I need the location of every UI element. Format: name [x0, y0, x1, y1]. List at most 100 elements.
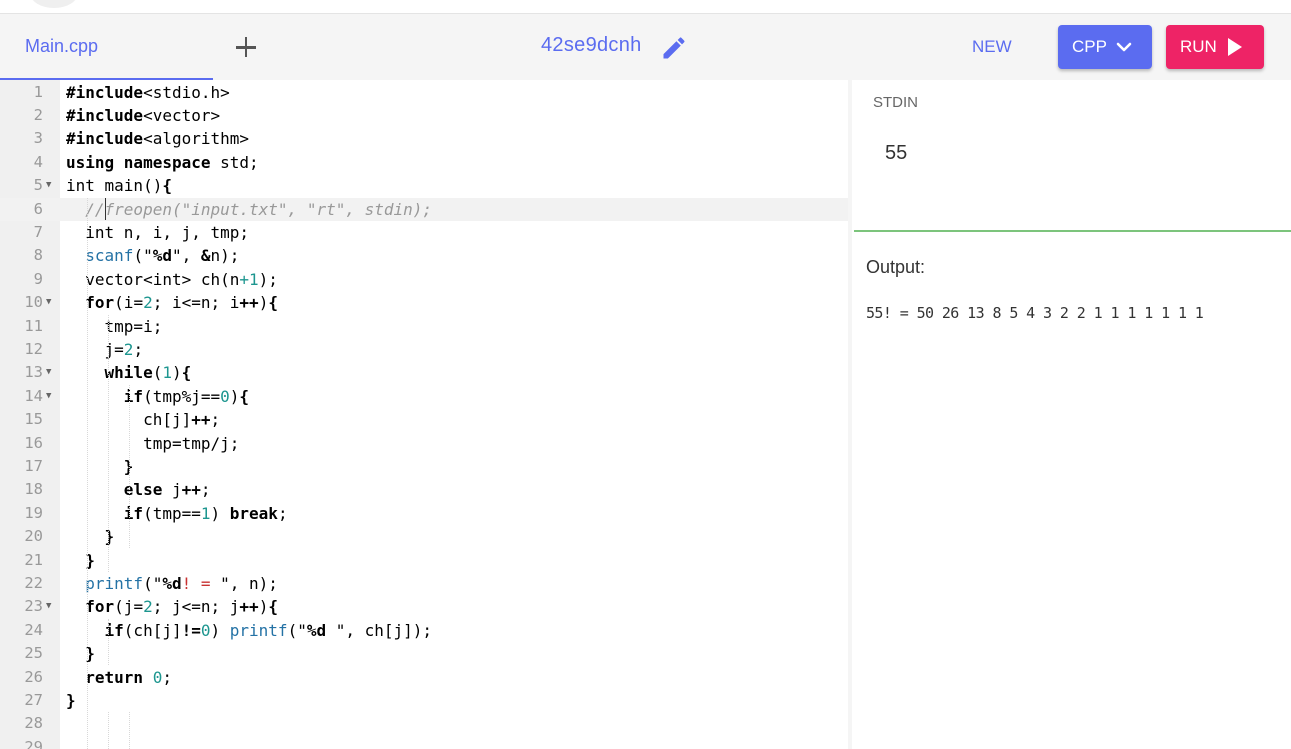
project-title: 42se9dcnh [541, 34, 642, 56]
code-token: j [162, 480, 182, 500]
code-token: ; [210, 410, 221, 430]
code-line[interactable]: 18 else j++; [0, 478, 848, 501]
code-line[interactable]: 21 } [0, 549, 848, 572]
code-token: <algorithm> [143, 129, 250, 149]
code-line[interactable]: 17 } [0, 455, 848, 478]
code-token: int n, i, j, tmp; [66, 222, 250, 242]
run-button[interactable]: RUN [1166, 25, 1264, 69]
code-line[interactable]: 4 using namespace std; [0, 151, 848, 174]
code-text: } [66, 455, 134, 478]
code-token: (" [133, 246, 153, 266]
code-line[interactable]: 7 int n, i, j, tmp; [0, 221, 848, 244]
code-line[interactable]: 14 ▼ if(tmp%j==0){ [0, 385, 848, 408]
fold-arrow-icon[interactable]: ▼ [46, 361, 56, 384]
io-panel: STDIN 55 Output: 55! = 50 26 13 8 5 4 3 … [852, 80, 1291, 749]
code-line[interactable]: 28 [0, 712, 848, 735]
line-number: 11 [24, 316, 43, 335]
code-line[interactable]: 1 #include<stdio.h> [0, 81, 848, 104]
line-number: 25 [24, 644, 43, 663]
line-number: 26 [24, 667, 43, 686]
code-token: ++ [239, 597, 259, 617]
code-line[interactable]: 25 } [0, 642, 848, 665]
code-text: #include<vector> [66, 104, 220, 127]
code-token: vector<int> ch(n [66, 269, 240, 289]
plus-icon[interactable] [232, 34, 260, 62]
code-line[interactable]: 24 if(ch[j]!=0) printf("%d ", ch[j]); [0, 619, 848, 642]
code-token: ++ [239, 293, 259, 313]
code-line[interactable]: 20 } [0, 525, 848, 548]
code-text: if(tmp%j==0){ [66, 385, 249, 408]
code-line[interactable]: 6 //freopen("input.txt", "rt", stdin); [0, 197, 848, 221]
line-number: 27 [24, 690, 43, 709]
code-line[interactable]: 22 printf("%d! = ", n); [0, 572, 848, 595]
code-line[interactable]: 12 j=2; [0, 338, 848, 361]
code-token: ++ [181, 480, 201, 500]
code-line[interactable]: 5 ▼ int main(){ [0, 174, 848, 197]
code-token: (" [143, 573, 163, 593]
line-number: 3 [33, 129, 43, 148]
code-token: 1 [162, 363, 172, 383]
code-text: for(j=2; j<=n; j++){ [66, 595, 278, 618]
code-line[interactable]: 9 vector<int> ch(n+1); [0, 268, 848, 291]
code-line[interactable]: 15 ch[j]++; [0, 408, 848, 431]
code-token: //freopen("input.txt", "rt", stdin); [85, 199, 433, 219]
indent-guide [129, 712, 130, 749]
chevron-down-icon [1115, 38, 1133, 56]
line-number: 5 [33, 176, 43, 195]
line-number: 8 [33, 246, 43, 265]
fold-arrow-icon[interactable]: ▼ [46, 291, 56, 314]
code-token: n); [210, 246, 240, 266]
code-token: for [85, 293, 115, 313]
code-token: for [85, 597, 115, 617]
code-editor[interactable]: 1 #include<stdio.h> 2 #include<vector> 3 #inc… [0, 80, 848, 749]
indent-guide [87, 197, 88, 749]
code-line[interactable]: 8 scanf("%d", &n); [0, 244, 848, 267]
code-token: ) [210, 503, 230, 523]
fold-arrow-icon[interactable]: ▼ [46, 385, 56, 408]
code-token: <stdio.h> [143, 82, 230, 102]
tab-main-cpp[interactable]: Main.cpp [0, 14, 213, 80]
line-number: 20 [24, 527, 43, 546]
code-line[interactable]: 2 #include<vector> [0, 104, 848, 127]
code-line[interactable]: 29 [0, 736, 848, 749]
code-text: int n, i, j, tmp; [66, 221, 249, 244]
code-token: %d [152, 246, 172, 266]
indent-guide [108, 712, 109, 749]
code-line[interactable]: 27} [0, 689, 848, 712]
pencil-icon[interactable] [660, 34, 688, 62]
code-text: if(tmp==1) break; [66, 502, 288, 525]
line-number: 17 [24, 456, 43, 475]
stdin-label: STDIN [873, 94, 918, 111]
code-line[interactable]: 3 #include<algorithm> [0, 127, 848, 150]
code-line[interactable]: 13 ▼ while(1){ [0, 361, 848, 384]
code-token: %d [306, 620, 327, 640]
language-select-button[interactable]: CPP [1058, 25, 1152, 69]
fold-arrow-icon[interactable]: ▼ [46, 174, 56, 197]
code-text: using namespace std; [66, 151, 259, 174]
code-text: printf("%d! = ", n); [66, 572, 278, 595]
code-token: using namespace [66, 152, 211, 172]
code-line[interactable]: 26 return 0; [0, 666, 848, 689]
code-text: #include<algorithm> [66, 127, 249, 150]
code-line[interactable]: 10 ▼ for(i=2; i<=n; i++){ [0, 291, 848, 314]
stdin-input[interactable]: 55 [885, 142, 907, 165]
fold-arrow-icon[interactable]: ▼ [46, 595, 56, 618]
line-number: 13 [24, 363, 43, 382]
new-button[interactable]: NEW [972, 37, 1012, 57]
code-text: } [66, 642, 95, 665]
output-label: Output: [866, 257, 926, 277]
code-text: //freopen("input.txt", "rt", stdin); [66, 198, 432, 221]
code-line[interactable]: 11 tmp=i; [0, 315, 848, 338]
line-number: 16 [24, 433, 43, 452]
code-line[interactable]: 19 if(tmp==1) break; [0, 502, 848, 525]
line-number: 29 [24, 737, 43, 749]
code-token: } [66, 690, 76, 710]
code-line[interactable]: 23 ▼ for(j=2; j<=n; j++){ [0, 595, 848, 618]
line-number: 10 [24, 293, 43, 312]
code-line[interactable]: 16 tmp=tmp/j; [0, 432, 848, 455]
